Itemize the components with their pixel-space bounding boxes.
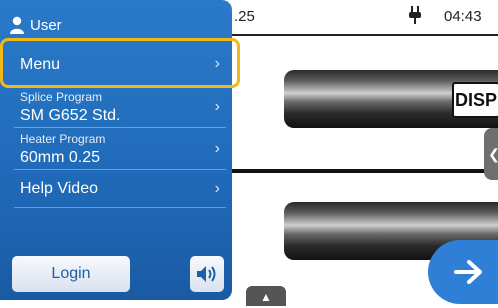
help-video-label: Help Video <box>20 180 98 197</box>
plug-icon <box>408 6 422 29</box>
chevron-up-icon: ▲ <box>260 290 272 304</box>
chevron-left-icon: ❮ <box>488 146 498 163</box>
heater-program-caption: Heater Program <box>20 132 106 146</box>
login-button[interactable]: Login <box>12 256 130 292</box>
clock: 04:43 <box>444 8 482 25</box>
splice-program-caption: Splice Program <box>20 90 103 104</box>
arrow-right-icon <box>454 260 482 284</box>
menu-highlight-frame <box>0 38 240 88</box>
user-icon <box>10 16 24 34</box>
heater-program-item[interactable]: Heater Program 60mm 0.25 › <box>0 128 232 170</box>
chevron-right-icon: › <box>214 98 220 115</box>
bottom-panel-tab[interactable]: ▲ <box>246 286 286 306</box>
speaker-icon <box>197 266 216 282</box>
side-panel-tab[interactable]: ❮ <box>484 128 498 180</box>
sound-button[interactable] <box>190 256 224 292</box>
disp-button[interactable]: DISP <box>452 82 498 118</box>
next-button[interactable] <box>428 240 498 304</box>
chevron-right-icon: › <box>214 140 220 157</box>
chevron-right-icon: › <box>214 180 220 197</box>
status-bar: .25 04:43 <box>230 0 498 36</box>
separator <box>14 207 226 208</box>
splice-program-value: SM G652 Std. <box>20 107 121 124</box>
user-label: User <box>30 16 62 34</box>
user-row[interactable]: User <box>10 12 62 38</box>
divider-line <box>230 169 498 173</box>
heater-program-value: 60mm 0.25 <box>20 149 101 166</box>
help-video-item[interactable]: Help Video › <box>0 170 232 208</box>
program-name: .25 <box>234 8 255 25</box>
splice-program-item[interactable]: Splice Program SM G652 Std. › <box>0 86 232 128</box>
